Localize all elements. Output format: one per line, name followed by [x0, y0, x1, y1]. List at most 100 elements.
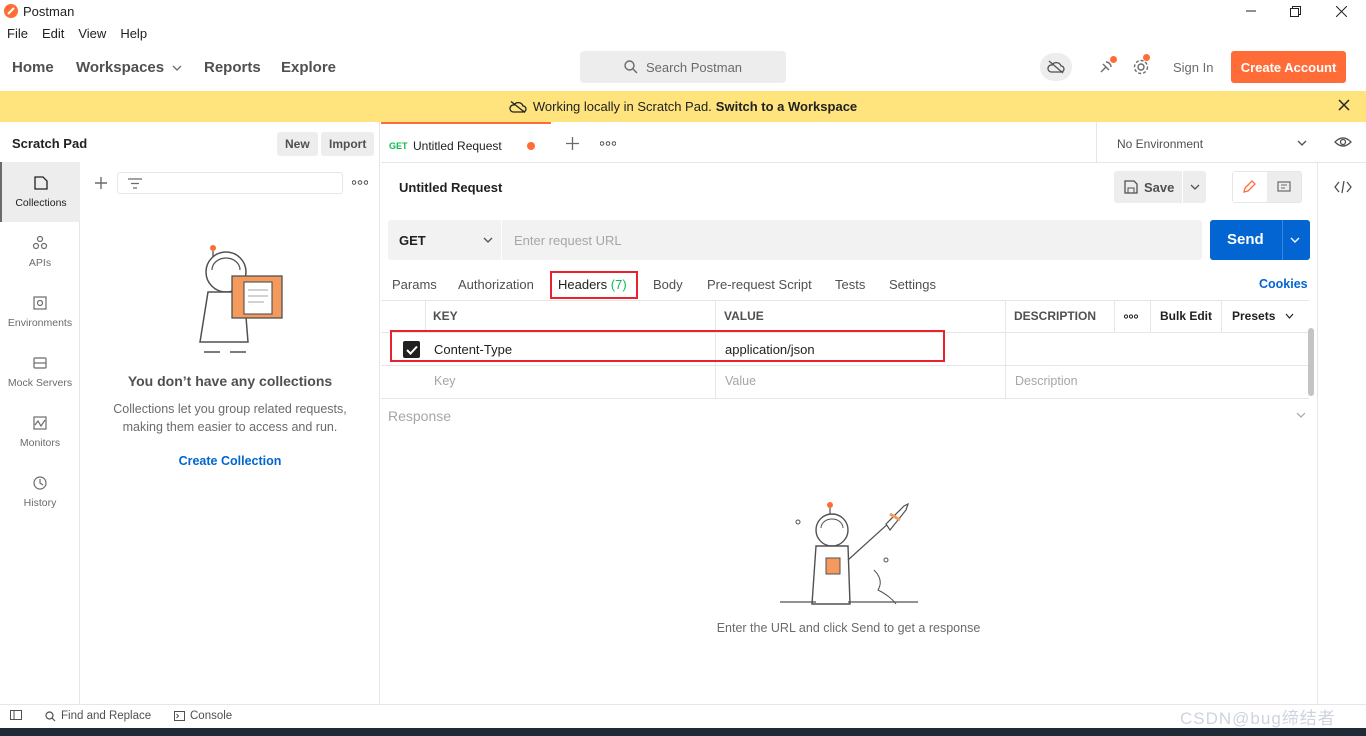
column-key: KEY	[433, 309, 458, 323]
new-key-input[interactable]: Key	[434, 374, 456, 388]
new-button[interactable]: New	[277, 132, 318, 156]
menu-file[interactable]: File	[7, 26, 28, 41]
environment-icon	[33, 296, 47, 310]
tab-params[interactable]: Params	[392, 277, 437, 292]
sidebar-item-environments[interactable]: Environments	[0, 282, 80, 342]
sync-status-button[interactable]	[1040, 53, 1072, 81]
tab-authorization[interactable]: Authorization	[458, 277, 534, 292]
sidebar-item-apis[interactable]: APIs	[0, 222, 80, 282]
minimize-button[interactable]	[1228, 0, 1274, 22]
column-divider	[425, 300, 426, 332]
chevron-down-icon[interactable]	[1296, 412, 1306, 418]
request-title[interactable]: Untitled Request	[399, 180, 502, 195]
find-replace-button[interactable]: Find and Replace	[45, 710, 151, 722]
request-tab[interactable]: GET Untitled Request	[381, 122, 551, 163]
menu-edit[interactable]: Edit	[42, 26, 64, 41]
table-options-button[interactable]	[1124, 314, 1138, 319]
presets-dropdown[interactable]: Presets	[1232, 309, 1294, 323]
url-input[interactable]	[503, 220, 1202, 260]
tab-tests[interactable]: Tests	[835, 277, 865, 292]
postman-logo-icon	[4, 4, 18, 18]
eye-icon[interactable]	[1334, 136, 1352, 148]
create-collection-link[interactable]: Create Collection	[80, 454, 380, 468]
nav-reports[interactable]: Reports	[204, 59, 261, 76]
sidebar: Scratch Pad New Import Collections APIs …	[0, 122, 380, 704]
close-window-button[interactable]	[1318, 0, 1364, 22]
console-button[interactable]: Console	[174, 710, 232, 722]
chevron-down-icon	[1297, 140, 1307, 146]
import-button[interactable]: Import	[321, 132, 375, 156]
app-title: Postman	[23, 4, 75, 19]
send-divider	[1282, 220, 1283, 260]
search-box[interactable]: Search Postman	[580, 51, 786, 83]
toggle-sidebar-button[interactable]	[10, 710, 27, 720]
tab-prerequest-script[interactable]: Pre-request Script	[707, 277, 812, 292]
send-button[interactable]: Send	[1210, 220, 1310, 260]
comment-icon	[1277, 181, 1291, 192]
rail-label: Monitors	[19, 437, 61, 449]
nav-explore[interactable]: Explore	[281, 59, 336, 76]
save-button[interactable]: Save	[1114, 171, 1206, 203]
banner-close-button[interactable]	[1338, 99, 1350, 111]
chevron-down-icon	[1285, 313, 1294, 319]
column-divider	[1221, 300, 1222, 332]
edit-docs-toggle[interactable]	[1232, 171, 1302, 203]
find-replace-label: Find and Replace	[61, 710, 152, 722]
more-options-button[interactable]	[352, 180, 368, 185]
menu-view[interactable]: View	[78, 26, 106, 41]
rail-label: History	[23, 497, 57, 509]
history-icon	[33, 476, 47, 490]
maximize-button[interactable]	[1272, 0, 1318, 22]
comments-button[interactable]	[1267, 172, 1301, 202]
sidebar-item-collections[interactable]: Collections	[0, 162, 80, 222]
empty-state-title: You don’t have any collections	[127, 373, 333, 389]
capture-requests-button[interactable]	[1095, 56, 1117, 78]
collections-icon	[34, 176, 48, 190]
sign-in-link[interactable]: Sign In	[1173, 60, 1213, 75]
environment-label: No Environment	[1117, 137, 1204, 151]
console-label: Console	[190, 710, 233, 722]
sidebar-item-history[interactable]: History	[0, 462, 80, 522]
chevron-down-icon[interactable]	[1290, 237, 1300, 243]
bulk-edit-button[interactable]: Bulk Edit	[1160, 309, 1212, 323]
new-value-input[interactable]: Value	[725, 374, 756, 388]
plus-icon	[95, 177, 107, 189]
table-row-border	[381, 365, 1309, 366]
sidebar-rail: Collections APIs Environments Mock Serve…	[0, 162, 80, 704]
search-placeholder: Search Postman	[645, 59, 743, 75]
app-header: Home Workspaces Reports Explore Search P…	[0, 44, 1366, 90]
menu-help[interactable]: Help	[120, 26, 147, 41]
settings-dot	[1143, 54, 1150, 61]
edit-mode-button[interactable]	[1233, 172, 1267, 202]
new-tab-button[interactable]	[566, 137, 579, 150]
environment-selector[interactable]: No Environment	[1096, 122, 1366, 163]
switch-workspace-link[interactable]: Switch to a Workspace	[716, 99, 857, 114]
sidebar-item-monitors[interactable]: Monitors	[0, 402, 80, 462]
cookies-link[interactable]: Cookies	[1259, 277, 1308, 291]
sidebar-item-mock-servers[interactable]: Mock Servers	[0, 342, 80, 402]
table-scrollbar[interactable]	[1308, 328, 1314, 396]
nav-workspaces[interactable]: Workspaces	[76, 59, 182, 76]
tab-settings[interactable]: Settings	[889, 277, 936, 292]
method-label: GET	[399, 232, 426, 248]
chevron-down-icon[interactable]	[1190, 184, 1200, 190]
filter-input[interactable]	[117, 172, 343, 194]
cloud-off-icon	[509, 100, 527, 113]
add-collection-button[interactable]	[94, 176, 108, 190]
tab-method: GET	[389, 141, 408, 151]
apis-icon	[32, 235, 48, 250]
create-account-button[interactable]: Create Account	[1231, 51, 1346, 83]
new-description-input[interactable]: Description	[1015, 374, 1078, 388]
tab-body[interactable]: Body	[653, 277, 683, 292]
unsaved-dot	[527, 142, 535, 150]
cloud-off-icon	[1047, 60, 1065, 74]
tab-options-button[interactable]	[600, 141, 616, 146]
nav-home[interactable]: Home	[12, 59, 54, 76]
method-select[interactable]: GET	[388, 220, 502, 260]
save-divider	[1182, 171, 1183, 203]
right-rail	[1317, 163, 1366, 704]
settings-button[interactable]	[1130, 54, 1152, 78]
filter-icon	[128, 178, 142, 189]
code-icon[interactable]	[1334, 180, 1352, 194]
scratchpad-banner: Working locally in Scratch Pad. Switch t…	[0, 91, 1366, 122]
